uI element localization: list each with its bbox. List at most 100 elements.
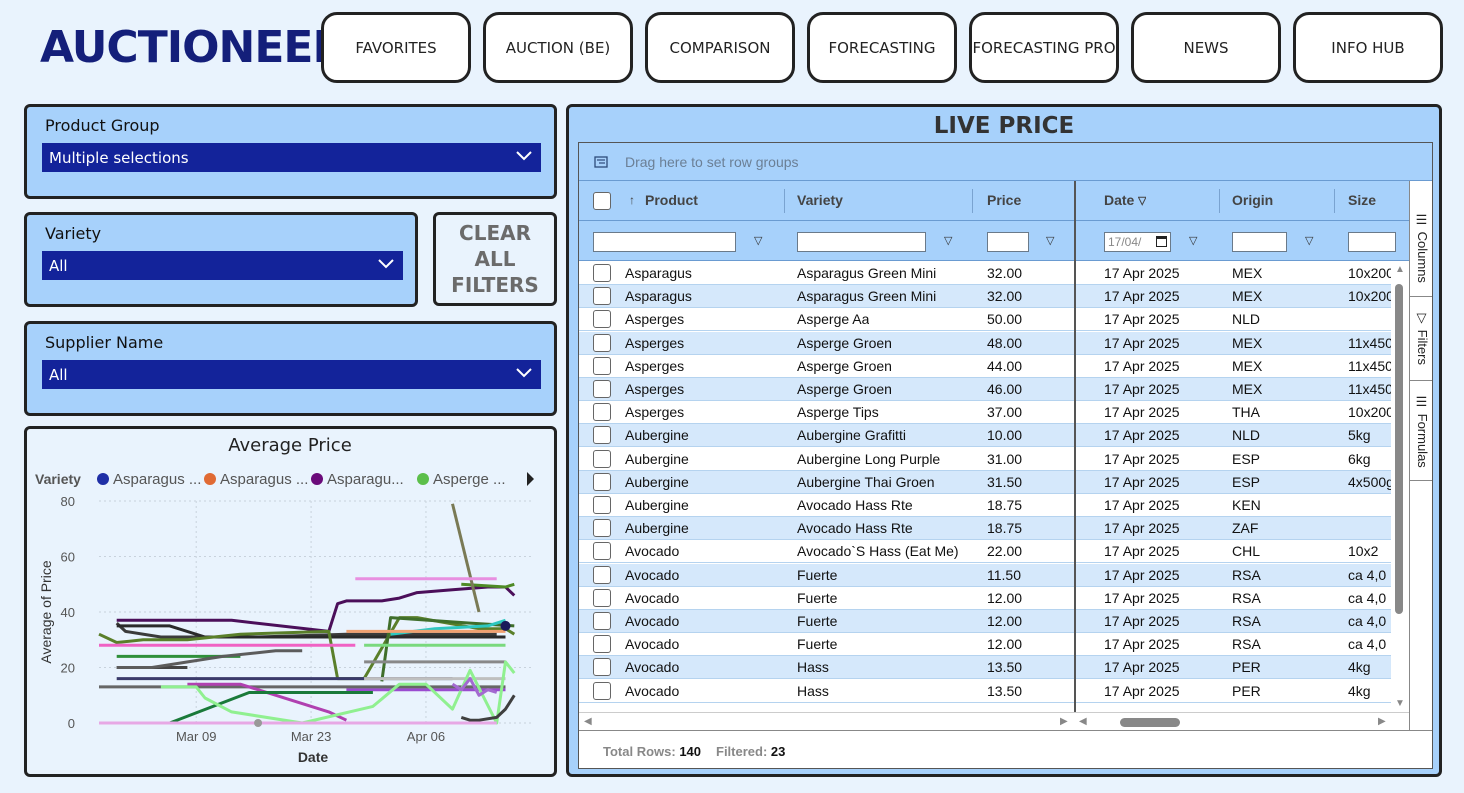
row-checkbox[interactable]: [593, 612, 611, 630]
table-row[interactable]: Avocado Hass 13.50 17 Apr 2025 PER 4kg: [579, 656, 1391, 680]
header-origin[interactable]: Origin: [1232, 192, 1273, 208]
vertical-scrollbar[interactable]: ▲ ▼: [1391, 262, 1409, 712]
cell-date: 17 Apr 2025: [1104, 636, 1180, 653]
scroll-right-icon[interactable]: ▶: [1060, 716, 1068, 727]
clear-button-line2: FILTERS: [451, 273, 539, 297]
cell-origin: PER: [1232, 682, 1261, 699]
cell-variety: Avocado Hass Rte: [797, 520, 913, 537]
header-product[interactable]: Product: [645, 192, 698, 208]
scroll-right-icon[interactable]: ▶: [1378, 716, 1386, 727]
cell-product: Aubergine: [625, 473, 689, 490]
nav-auction-be[interactable]: AUCTION (BE): [483, 12, 633, 83]
cell-size: 11x450: [1348, 334, 1391, 351]
table-row[interactable]: Avocado Fuerte 12.00 17 Apr 2025 RSA ca 4,0: [579, 586, 1391, 610]
cell-product: Asperges: [625, 334, 685, 351]
calendar-icon[interactable]: [1156, 236, 1167, 247]
row-checkbox[interactable]: [593, 380, 611, 398]
cell-origin: RSA: [1232, 613, 1261, 629]
series-line: [461, 582, 515, 589]
table-row[interactable]: Aubergine Aubergine Long Purple 31.00 17 Ap…: [579, 447, 1391, 471]
table-row[interactable]: Asperges Asperge Aa 50.00 17 Apr 2025 NLD: [579, 308, 1391, 332]
variety-dropdown[interactable]: All: [42, 251, 403, 280]
header-size[interactable]: Size: [1348, 192, 1376, 208]
select-all-checkbox[interactable]: [593, 192, 611, 210]
table-row[interactable]: Asperges Asperge Groen 44.00 17 Apr 2025 MEX…: [579, 354, 1391, 378]
cell-price: 32.00: [987, 265, 1023, 281]
row-checkbox[interactable]: [593, 333, 611, 352]
cell-variety: Asparagus Green Mini: [797, 288, 937, 305]
chart-title: Average Price: [228, 435, 352, 456]
cell-size: ca 4,0: [1348, 589, 1387, 606]
row-checkbox[interactable]: [593, 356, 611, 375]
header-variety[interactable]: Variety: [797, 192, 843, 208]
table-row[interactable]: Asparagus Asparagus Green Mini 32.00 17 Apr…: [579, 285, 1391, 309]
supplier-dropdown[interactable]: All: [42, 360, 541, 389]
cell-price: 46.00: [987, 381, 1023, 397]
table-row[interactable]: Avocado Hass 13.50 17 Apr 2025 PER 4kg: [579, 679, 1391, 703]
size-filter-input[interactable]: [1348, 232, 1396, 252]
scroll-down-icon[interactable]: ▼: [1395, 698, 1405, 709]
cell-origin: ESP: [1232, 473, 1261, 490]
cell-variety: Asperge Aa: [797, 311, 870, 328]
nav-news[interactable]: NEWS: [1131, 12, 1281, 83]
row-checkbox[interactable]: [593, 449, 611, 468]
row-checkbox[interactable]: [593, 588, 611, 607]
filter-icon[interactable]: ▽: [754, 234, 762, 247]
row-checkbox[interactable]: [593, 403, 611, 422]
table-row[interactable]: Asparagus Asparagus Green Mini 32.00 17 Apr…: [579, 262, 1391, 285]
table-row[interactable]: Asperges Asperge Groen 48.00 17 Apr 2025 MEX…: [579, 331, 1391, 355]
row-checkbox[interactable]: [593, 264, 611, 282]
row-checkbox[interactable]: [593, 635, 611, 654]
cell-variety: Hass: [797, 659, 829, 676]
table-row[interactable]: Asperges Asperge Tips 37.00 17 Apr 2025 THA 1…: [579, 401, 1391, 425]
row-checkbox[interactable]: [593, 681, 611, 700]
table-row[interactable]: Aubergine Avocado Hass Rte 18.75 17 Apr 202…: [579, 517, 1391, 541]
origin-filter-input[interactable]: [1232, 232, 1287, 252]
horizontal-scroll-thumb[interactable]: [1120, 718, 1180, 727]
row-checkbox[interactable]: [593, 519, 611, 538]
nav-favorites[interactable]: FAVORITES: [321, 12, 471, 83]
product-filter-input[interactable]: [593, 232, 736, 252]
row-checkbox[interactable]: [593, 542, 611, 561]
nav-forecasting[interactable]: FORECASTING: [807, 12, 957, 83]
product-group-dropdown[interactable]: Multiple selections: [42, 143, 541, 172]
nav-forecasting-pro[interactable]: FORECASTING PRO: [969, 12, 1119, 83]
row-checkbox[interactable]: [593, 472, 611, 491]
vertical-scroll-thumb[interactable]: [1395, 284, 1403, 614]
table-row[interactable]: Aubergine Avocado Hass Rte 18.75 17 Apr 202…: [579, 494, 1391, 517]
tab-columns[interactable]: ☰ Columns: [1410, 199, 1432, 297]
table-row[interactable]: Avocado Fuerte 11.50 17 Apr 2025 RSA ca 4,0: [579, 563, 1391, 587]
cell-variety: Aubergine Thai Groen: [797, 473, 935, 490]
table-row[interactable]: Asperges Asperge Groen 46.00 17 Apr 2025 MEX…: [579, 378, 1391, 401]
supplier-label: Supplier Name: [45, 333, 164, 352]
row-checkbox[interactable]: [593, 310, 611, 329]
table-row[interactable]: Avocado Fuerte 12.00 17 Apr 2025 RSA ca 4,0: [579, 610, 1391, 633]
filter-icon[interactable]: ▽: [1305, 234, 1313, 247]
row-checkbox[interactable]: [593, 565, 611, 584]
header-date[interactable]: Date: [1104, 192, 1134, 208]
row-checkbox[interactable]: [593, 426, 611, 445]
clear-all-filters-button[interactable]: CLEAR ALL FILTERS: [433, 212, 557, 306]
table-row[interactable]: Aubergine Aubergine Thai Groen 31.50 17 Apr…: [579, 470, 1391, 494]
row-group-drop-zone[interactable]: Drag here to set row groups: [579, 143, 1432, 181]
price-filter-input[interactable]: [987, 232, 1029, 252]
table-row[interactable]: Avocado Fuerte 12.00 17 Apr 2025 RSA ca 4,0: [579, 633, 1391, 657]
table-row[interactable]: Aubergine Aubergine Grafitti 10.00 17 Apr 2…: [579, 424, 1391, 448]
header-price[interactable]: Price: [987, 192, 1021, 208]
row-checkbox[interactable]: [593, 658, 611, 677]
filter-icon[interactable]: ▽: [944, 234, 952, 247]
tab-formulas[interactable]: ☰ Formulas: [1410, 381, 1432, 481]
date-filter-input[interactable]: 17/04/: [1104, 232, 1171, 252]
filter-icon[interactable]: ▽: [1189, 234, 1197, 247]
row-checkbox[interactable]: [593, 287, 611, 306]
variety-filter-input[interactable]: [797, 232, 926, 252]
scroll-up-icon[interactable]: ▲: [1395, 264, 1405, 275]
nav-comparison[interactable]: COMPARISON: [645, 12, 795, 83]
scroll-left-icon[interactable]: ◀: [584, 716, 592, 727]
scroll-left-icon[interactable]: ◀: [1079, 716, 1087, 727]
row-checkbox[interactable]: [593, 496, 611, 514]
filter-icon[interactable]: ▽: [1046, 234, 1054, 247]
table-row[interactable]: Avocado Avocado`S Hass (Eat Me) 22.00 17 Ap…: [579, 540, 1391, 564]
tab-filters[interactable]: ▽ Filters: [1410, 297, 1432, 381]
nav-info-hub[interactable]: INFO HUB: [1293, 12, 1443, 83]
